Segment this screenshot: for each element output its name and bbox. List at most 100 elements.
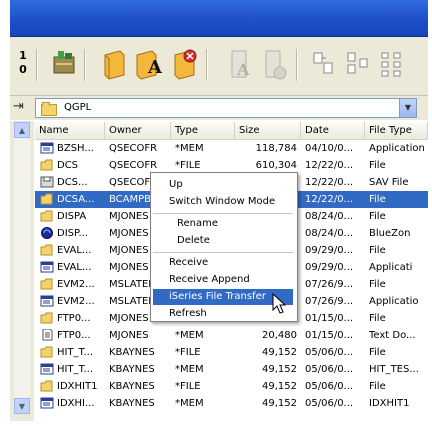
menu-item-switch-window-mode[interactable]: Switch Window Mode [153, 194, 293, 210]
menu-item-receive[interactable]: Receive [153, 255, 293, 271]
member-icon [40, 295, 54, 307]
column-header-size[interactable]: Size [235, 122, 301, 139]
cell-date: 12/22/0... [305, 194, 354, 205]
cell-filetype: Applicati [369, 262, 413, 273]
view-small-icons-button[interactable] [344, 47, 372, 81]
cell-size: 118,784 [255, 143, 297, 154]
mouse-pointer-icon [272, 293, 286, 314]
cell-type: *FILE [175, 347, 201, 358]
menu-item-label: Receive [169, 257, 209, 268]
menu-item-label: Receive Append [169, 274, 250, 285]
toolbar: 1 0 A A [10, 37, 428, 96]
file-rename-icon: A [231, 50, 250, 79]
column-header-owner[interactable]: Owner [105, 122, 171, 139]
cell-name: EVAL... [57, 245, 92, 256]
cell-owner: QSECOFR [109, 143, 158, 154]
cell-filetype: File [369, 160, 386, 171]
toolbar-separator [84, 49, 86, 81]
menu-item-label: Rename [177, 218, 219, 229]
toolbar-separator [36, 49, 38, 81]
cell-date: 05/06/0... [305, 347, 354, 358]
text-file-icon [42, 329, 53, 341]
menu-item-receive-append[interactable]: Receive Append [153, 272, 293, 288]
cell-date: 07/26/9... [305, 296, 354, 307]
cell-name: FTP0... [57, 330, 91, 341]
menu-item-up[interactable]: Up [153, 177, 293, 193]
cell-size: 49,152 [262, 347, 297, 358]
cell-filetype: File [369, 194, 386, 205]
folder-icon [40, 346, 53, 358]
toolbar-counter-bottom: 0 [19, 63, 27, 76]
folder-icon [40, 244, 53, 256]
table-row[interactable]: IDXHI... KBAYNES *MEM 49,152 05/06/0... IDXHI… [35, 395, 428, 412]
library-path-combobox[interactable]: QGPL ▼ [35, 98, 417, 118]
cell-filetype: File [369, 245, 386, 256]
cell-owner: KBAYNES [109, 398, 155, 409]
bluezone-icon [41, 227, 53, 239]
svg-text:A: A [236, 60, 250, 79]
cell-name: DCS [57, 160, 79, 171]
column-header-name[interactable]: Name [35, 122, 105, 139]
cell-filetype: File [369, 381, 386, 392]
menu-item-label: Up [169, 179, 183, 190]
cell-owner: MJONES [109, 330, 149, 341]
host-connect-button[interactable] [50, 47, 78, 81]
cell-filetype: Text Do... [369, 330, 416, 341]
cell-type: *FILE [175, 381, 201, 392]
folder-new-button[interactable] [100, 47, 128, 81]
member-icon [40, 142, 54, 154]
file-delete-button[interactable] [260, 47, 288, 81]
file-delete-icon [265, 50, 287, 80]
member-icon [40, 363, 54, 375]
cell-date: 01/15/0... [305, 330, 354, 341]
column-header-type[interactable]: Type [171, 122, 235, 139]
column-header-date[interactable]: Date [301, 122, 365, 139]
table-row[interactable]: FTP0... MJONES *MEM 20,480 01/15/0... Text Do… [35, 327, 428, 344]
library-path-text: QGPL [64, 102, 92, 113]
member-icon [40, 397, 54, 409]
cell-date: 12/22/0... [305, 177, 354, 188]
cell-filetype: File [369, 279, 386, 290]
file-rename-button[interactable]: A [226, 47, 254, 81]
cell-type: *MEM [175, 398, 204, 409]
menu-item-rename[interactable]: Rename [153, 216, 293, 232]
view-large-icons-button[interactable] [310, 47, 338, 81]
menu-item-label: iSeries File Transfer [169, 291, 266, 302]
folder-rename-button[interactable]: A [134, 47, 163, 81]
cell-type: *MEM [175, 143, 204, 154]
cell-type: *MEM [175, 330, 204, 341]
folder-rename-icon: A [136, 50, 163, 80]
menu-separator [153, 213, 293, 214]
table-row[interactable]: BZSH... QSECOFR *MEM 118,784 04/10/0... Appli… [35, 140, 428, 157]
cell-type: *MEM [175, 364, 204, 375]
chevron-down-icon[interactable]: ▼ [399, 99, 416, 117]
cell-filetype: File [369, 313, 386, 324]
cell-date: 05/06/0... [305, 364, 354, 375]
cell-name: DISP... [57, 228, 89, 239]
host-connect-icon [53, 51, 75, 74]
cell-date: 08/24/0... [305, 228, 354, 239]
folder-new-icon [104, 50, 125, 80]
cell-date: 09/29/0... [305, 262, 354, 273]
menu-item-label: Refresh [169, 308, 207, 319]
toolbar-separator [296, 49, 298, 81]
table-row[interactable]: IDXHIT1 KBAYNES *FILE 49,152 05/06/0... File [35, 378, 428, 395]
scroll-down-button[interactable]: ▼ [14, 398, 30, 414]
menu-item-delete[interactable]: Delete [153, 233, 293, 249]
view-list-button[interactable] [380, 47, 408, 81]
window-title-bar [10, 0, 428, 37]
table-row[interactable]: HIT_T... KBAYNES *MEM 49,152 05/06/0... HIT_T… [35, 361, 428, 378]
cell-size: 20,480 [262, 330, 297, 341]
cell-date: 05/06/0... [305, 398, 354, 409]
column-header-file-type[interactable]: File Type [365, 122, 428, 139]
cell-name: HIT_T... [57, 347, 94, 358]
folder-delete-button[interactable] [170, 47, 198, 81]
cell-date: 07/26/9... [305, 279, 354, 290]
table-row[interactable]: HIT_T... KBAYNES *FILE 49,152 05/06/0... File [35, 344, 428, 361]
folder-icon [40, 278, 53, 290]
scroll-up-button[interactable]: ▲ [14, 122, 30, 138]
vertical-scrollbar[interactable]: ▲ ▼ [14, 122, 30, 414]
cell-name: EVAL... [57, 262, 92, 273]
cell-name: DCSA... [57, 194, 95, 205]
menu-separator [153, 252, 293, 253]
